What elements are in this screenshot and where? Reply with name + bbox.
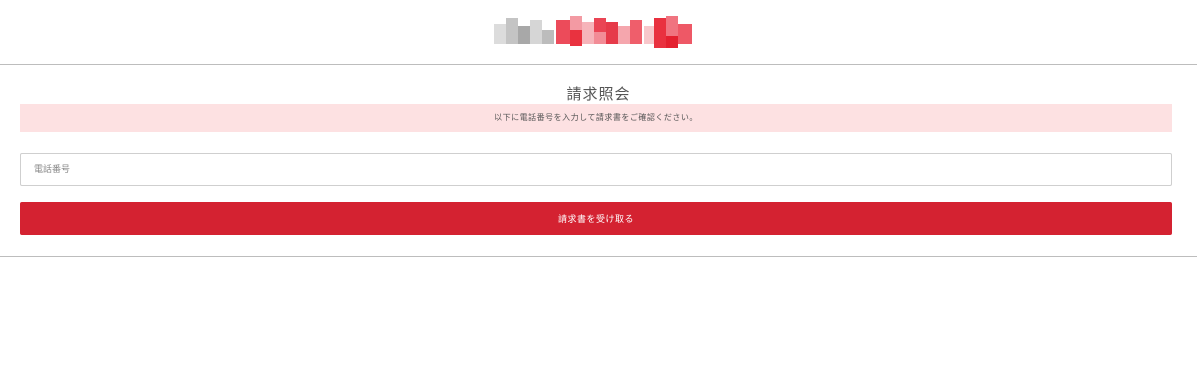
site-header: [0, 0, 1197, 65]
page-title: 請求照会: [566, 85, 631, 103]
billing-inquiry-section: 請求照会 以下に電話番号を入力して請求書をご確認ください。 請求書を受け取る: [0, 65, 1197, 257]
receive-invoice-button[interactable]: 請求書を受け取る: [20, 202, 1172, 235]
phone-number-input[interactable]: [20, 153, 1172, 186]
notice-banner: 以下に電話番号を入力して請求書をご確認ください。: [20, 104, 1172, 132]
pixelated-logo-image: [494, 16, 694, 52]
